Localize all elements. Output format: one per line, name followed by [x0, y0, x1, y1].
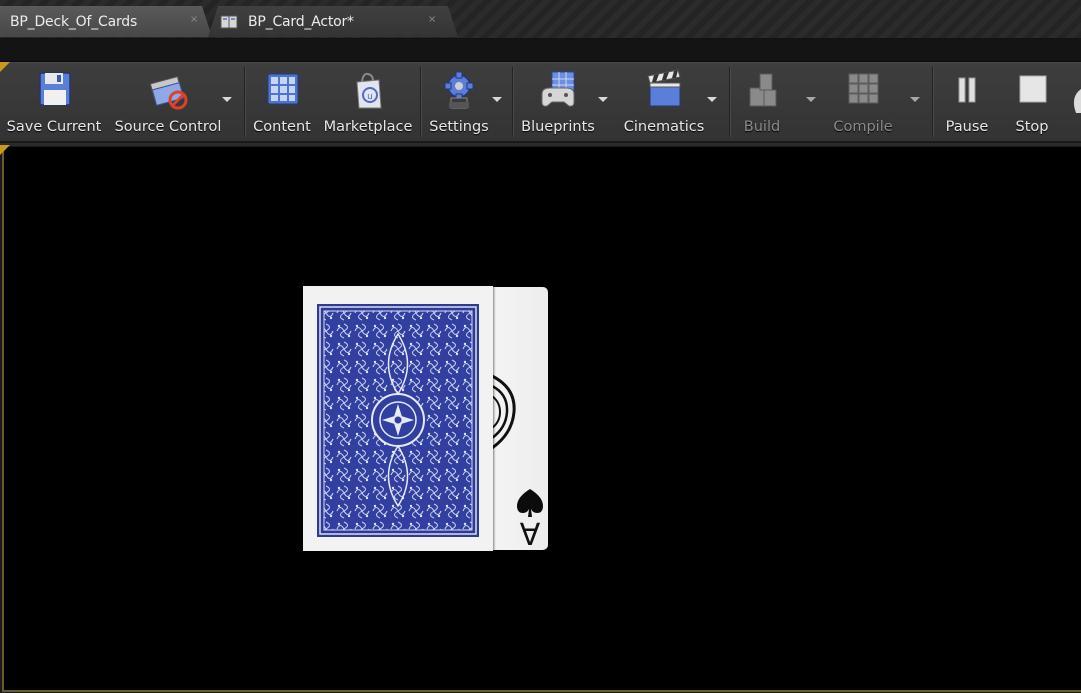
compile-dropdown-icon[interactable] — [910, 97, 920, 102]
compile-label: Compile — [833, 119, 893, 135]
tab-bp-deck-of-cards[interactable]: BP_Deck_Of_Cards × — [0, 6, 212, 37]
tab-bp-card-actor[interactable]: BP_Card_Actor* × — [208, 6, 458, 37]
source-control-icon — [149, 76, 188, 110]
document-tab-strip: BP_Deck_Of_Cards × BP_Card_Actor* × — [0, 0, 1081, 39]
card-rank-label: A — [519, 515, 541, 550]
card-back-pattern-icon — [317, 304, 479, 537]
source-control-button[interactable]: Source Control — [112, 65, 224, 139]
stop-button[interactable]: Stop — [1004, 65, 1060, 139]
stop-icon — [1019, 75, 1047, 103]
main-toolbar: Save Current Source Control Content u Ma… — [0, 62, 1081, 143]
stop-label: Stop — [1015, 119, 1049, 135]
build-dropdown-icon[interactable] — [806, 97, 816, 102]
toolbar-corner-marker — [0, 62, 10, 72]
card-back — [303, 286, 493, 551]
compile-button[interactable]: Compile — [826, 65, 900, 139]
tab-label: BP_Deck_Of_Cards — [10, 13, 138, 30]
blueprints-dropdown-icon[interactable] — [598, 97, 608, 102]
tab-close-icon[interactable]: × — [428, 14, 436, 25]
content-browser-icon — [267, 73, 299, 105]
svg-text:u: u — [367, 92, 373, 102]
save-current-button[interactable]: Save Current — [6, 65, 102, 139]
eject-icon[interactable] — [1068, 87, 1081, 117]
build-label: Build — [743, 119, 781, 135]
toolbar-separator — [729, 67, 730, 137]
toolbar-separator — [932, 67, 933, 137]
spade-suit-icon — [517, 489, 543, 517]
pause-button[interactable]: Pause — [938, 65, 996, 139]
cinematics-label: Cinematics — [623, 119, 705, 135]
build-blocks-icon — [749, 73, 777, 107]
cinematics-button[interactable]: Cinematics — [618, 65, 710, 139]
large-spade-pip-icon — [491, 374, 516, 450]
gear-icon — [444, 71, 474, 109]
tab-close-icon[interactable]: × — [190, 14, 198, 25]
marketplace-label: Marketplace — [323, 119, 413, 135]
toolbar-separator — [420, 67, 421, 137]
source-control-dropdown-icon[interactable] — [222, 97, 232, 102]
blueprints-label: Blueprints — [521, 119, 595, 135]
toolbar-separator — [512, 67, 513, 137]
toolbar-separator — [244, 67, 245, 137]
save-current-label: Save Current — [6, 119, 102, 135]
pause-label: Pause — [945, 119, 989, 135]
cinematics-dropdown-icon[interactable] — [707, 97, 717, 102]
tab-label: BP_Card_Actor* — [248, 13, 354, 30]
menu-bar-area — [0, 39, 1081, 62]
build-button[interactable]: Build — [733, 65, 791, 139]
settings-label: Settings — [429, 119, 489, 135]
pause-icon — [958, 77, 976, 103]
content-button[interactable]: Content — [248, 65, 316, 139]
blueprint-document-icon — [220, 14, 238, 30]
shopping-bag-icon: u — [356, 72, 382, 109]
settings-button[interactable]: Settings — [424, 65, 494, 139]
content-label: Content — [253, 119, 311, 135]
viewport-header-line — [0, 143, 1081, 146]
floppy-disk-icon — [39, 72, 71, 106]
viewport-corner-marker — [0, 145, 10, 155]
blueprints-button[interactable]: Blueprints — [516, 65, 600, 139]
source-control-label: Source Control — [114, 119, 222, 135]
marketplace-button[interactable]: u Marketplace — [322, 65, 414, 139]
clapperboard-icon — [647, 69, 681, 107]
settings-dropdown-icon[interactable] — [492, 97, 502, 102]
compile-cubes-icon — [848, 73, 879, 104]
blueprint-gamepad-icon — [541, 71, 575, 107]
